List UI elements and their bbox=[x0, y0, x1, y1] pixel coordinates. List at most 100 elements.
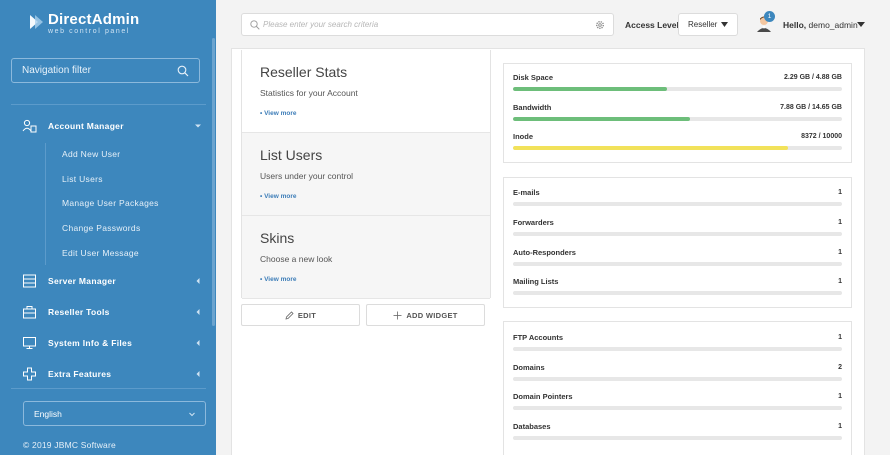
stat-label: Auto-Responders bbox=[513, 248, 576, 257]
plus-icon bbox=[23, 367, 36, 381]
caret-down-icon bbox=[721, 22, 728, 27]
access-level-label: Access Level bbox=[625, 20, 679, 30]
stat-label: Databases bbox=[513, 422, 551, 431]
progress-fill bbox=[513, 87, 668, 91]
sidebar-item-change-passwords[interactable]: Change Passwords bbox=[62, 223, 141, 233]
stat-value: 1 bbox=[838, 219, 842, 226]
stat-domain-pointers: Domain Pointers 1 bbox=[513, 392, 842, 410]
progress-track bbox=[513, 117, 842, 121]
stat-value: 1 bbox=[838, 393, 842, 400]
widget-title: Skins bbox=[260, 230, 295, 246]
submenu-line bbox=[45, 143, 46, 265]
brand-subtitle: web control panel bbox=[48, 28, 131, 35]
directadmin-logo-icon bbox=[30, 15, 43, 29]
chevron-left-icon bbox=[196, 309, 200, 315]
widget-description: Statistics for your Account bbox=[260, 88, 358, 98]
sidebar-menu-system-info[interactable]: System Info & Files bbox=[0, 333, 216, 353]
progress-track bbox=[513, 146, 842, 150]
stat-value: 1 bbox=[838, 189, 842, 196]
progress-track bbox=[513, 262, 842, 266]
user-greeting[interactable]: Hello, demo_admin bbox=[783, 20, 858, 30]
language-value: English bbox=[34, 408, 62, 419]
stat-disk-space: Disk Space 2.29 GB / 4.88 GB bbox=[513, 73, 842, 91]
sidebar-menu-label: System Info & Files bbox=[48, 338, 133, 348]
widget-list-users[interactable]: List Users Users under your control • Vi… bbox=[242, 133, 490, 216]
navigation-filter-input[interactable]: Navigation filter bbox=[11, 58, 200, 83]
stat-domains: Domains 2 bbox=[513, 363, 842, 381]
search-icon bbox=[177, 65, 189, 76]
stat-forwarders: Forwarders 1 bbox=[513, 218, 842, 236]
progress-fill bbox=[513, 146, 789, 150]
stat-value: 2.29 GB / 4.88 GB bbox=[784, 74, 842, 81]
progress-fill bbox=[513, 117, 690, 121]
stat-ftp-accounts: FTP Accounts 1 bbox=[513, 333, 842, 351]
stat-label: Forwarders bbox=[513, 218, 554, 227]
pencil-icon bbox=[285, 310, 294, 320]
stat-inode: Inode 8372 / 10000 bbox=[513, 132, 842, 150]
caret-down-icon[interactable] bbox=[857, 22, 865, 27]
sidebar-divider bbox=[11, 388, 206, 389]
widget-reseller-stats[interactable]: Reseller Stats Statistics for your Accou… bbox=[242, 50, 490, 133]
progress-track bbox=[513, 232, 842, 236]
stat-value: 1 bbox=[838, 249, 842, 256]
chevron-left-icon bbox=[196, 371, 200, 377]
chevron-left-icon bbox=[196, 340, 200, 346]
notification-badge[interactable]: 1 bbox=[764, 11, 775, 22]
stat-value: 1 bbox=[838, 334, 842, 341]
sidebar-menu-extra-features[interactable]: Extra Features bbox=[0, 364, 216, 384]
view-more-link[interactable]: • View more bbox=[260, 110, 472, 117]
stat-databases: Databases 1 bbox=[513, 422, 842, 440]
sidebar-item-list-users[interactable]: List Users bbox=[62, 174, 103, 184]
access-level-select[interactable]: Reseller bbox=[678, 13, 738, 36]
brand-title: DirectAdmin bbox=[48, 11, 140, 28]
stat-value: 2 bbox=[838, 364, 842, 371]
navigation-filter-placeholder: Navigation filter bbox=[22, 65, 91, 76]
stat-label: Domains bbox=[513, 363, 545, 372]
sidebar-item-manage-user-packages[interactable]: Manage User Packages bbox=[62, 198, 159, 208]
view-more-link[interactable]: • View more bbox=[260, 193, 472, 200]
search-input[interactable] bbox=[263, 20, 595, 29]
monitor-icon bbox=[23, 337, 36, 349]
progress-track bbox=[513, 202, 842, 206]
edit-button-label: EDIT bbox=[297, 310, 317, 320]
sidebar-divider bbox=[11, 104, 206, 105]
username: demo_admin bbox=[808, 20, 858, 30]
view-more-link[interactable]: • View more bbox=[260, 276, 472, 283]
stat-label: Inode bbox=[513, 132, 533, 141]
stat-label: Bandwidth bbox=[513, 103, 552, 112]
search-icon bbox=[250, 19, 260, 30]
stat-value: 8372 / 10000 bbox=[801, 133, 842, 140]
widget-title: List Users bbox=[260, 147, 323, 163]
progress-track bbox=[513, 291, 842, 295]
add-widget-button[interactable]: ADD WIDGET bbox=[366, 304, 485, 326]
plus-icon bbox=[393, 311, 402, 319]
stat-mailing-lists: Mailing Lists 1 bbox=[513, 277, 842, 295]
sidebar-menu-account-manager[interactable]: Account Manager bbox=[0, 116, 216, 136]
edit-button[interactable]: EDIT bbox=[241, 304, 360, 326]
stat-value: 1 bbox=[838, 423, 842, 430]
access-level-value: Reseller bbox=[688, 20, 718, 29]
sidebar-menu-label: Extra Features bbox=[48, 369, 112, 379]
sidebar-item-edit-user-message[interactable]: Edit User Message bbox=[62, 248, 139, 258]
stat-label: FTP Accounts bbox=[513, 333, 564, 342]
sidebar-menu-server-manager[interactable]: Server Manager bbox=[0, 271, 216, 291]
widget-description: Choose a new look bbox=[260, 254, 333, 264]
users-icon bbox=[22, 119, 37, 133]
sidebar-item-add-new-user[interactable]: Add New User bbox=[62, 149, 120, 159]
logo[interactable]: DirectAdmin web control panel bbox=[28, 12, 139, 35]
progress-track bbox=[513, 347, 842, 351]
gear-icon[interactable] bbox=[595, 20, 605, 30]
sidebar-menu-label: Server Manager bbox=[48, 276, 116, 286]
stat-bandwidth: Bandwidth 7.88 GB / 14.65 GB bbox=[513, 103, 842, 121]
chevron-down-icon bbox=[189, 412, 195, 416]
language-select[interactable]: English bbox=[23, 401, 206, 426]
toolbox-icon bbox=[23, 306, 36, 319]
progress-track bbox=[513, 406, 842, 410]
widget-skins[interactable]: Skins Choose a new look • View more bbox=[242, 216, 490, 299]
global-search-field[interactable] bbox=[241, 13, 614, 36]
chevron-left-icon bbox=[196, 278, 200, 284]
sidebar-scrollbar[interactable] bbox=[212, 38, 215, 326]
progress-track bbox=[513, 87, 842, 91]
progress-track bbox=[513, 436, 842, 440]
sidebar-menu-reseller-tools[interactable]: Reseller Tools bbox=[0, 302, 216, 322]
